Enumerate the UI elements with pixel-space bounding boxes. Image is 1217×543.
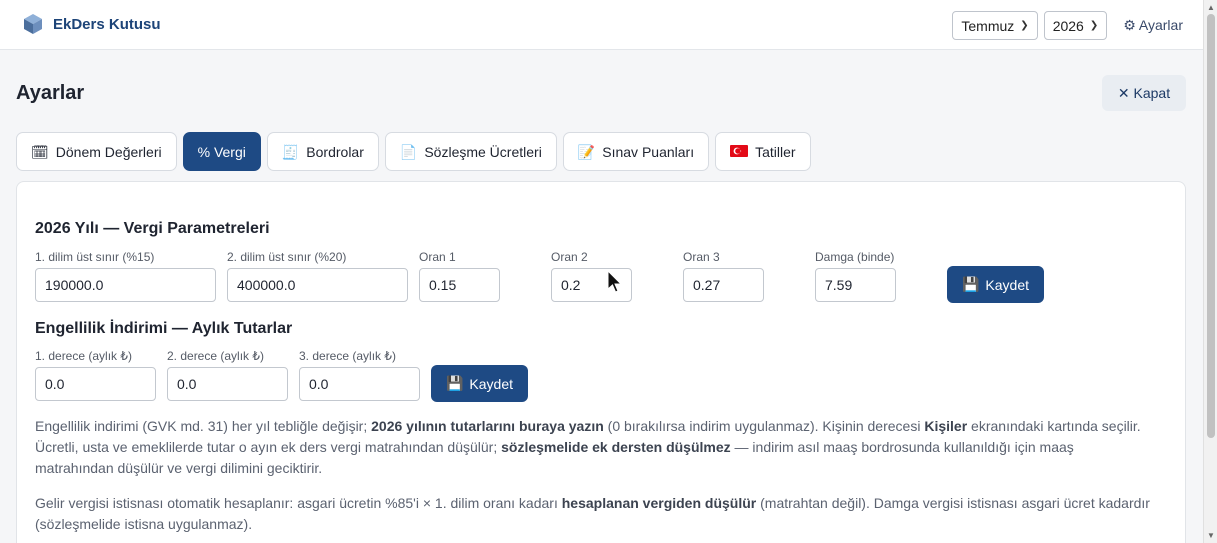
memo-icon: 📝	[577, 143, 596, 160]
scroll-down-icon[interactable]: ▼	[1207, 531, 1215, 540]
month-select[interactable]: Temmuz ❯	[952, 11, 1038, 40]
rate1-input[interactable]: 0.15	[419, 268, 500, 302]
rate3-field: Oran 3 0.27	[683, 250, 764, 302]
tab-label: % Vergi	[197, 143, 246, 160]
stamp-input[interactable]: 7.59	[815, 268, 896, 302]
tab-label: Dönem Değerleri	[55, 143, 162, 160]
field-label: 2. derece (aylık ₺)	[167, 349, 265, 363]
tab-label: Sınav Puanları	[602, 143, 695, 160]
floppy-disk-icon: 💾	[445, 375, 464, 391]
calendar-icon: 🗓	[31, 143, 49, 160]
field-label: 1. derece (aylık ₺)	[35, 349, 133, 363]
degree2-input[interactable]: 0.0	[167, 367, 288, 401]
degree1-input[interactable]: 0.0	[35, 367, 156, 401]
receipt-icon: 🧾	[281, 143, 300, 160]
page-title: Ayarlar	[16, 82, 85, 104]
bracket1-field: 1. dilim üst sınır (%15) 190000.0	[35, 250, 216, 302]
settings-link[interactable]: ⚙ Ayarlar	[1123, 17, 1183, 34]
field-label: 3. derece (aylık ₺)	[299, 349, 397, 363]
mouse-cursor-icon	[607, 270, 623, 293]
save-tax-button[interactable]: 💾 Kaydet	[947, 266, 1044, 303]
chevron-down-icon: ❯	[1089, 20, 1099, 31]
bracket2-field: 2. dilim üst sınır (%20) 400000.0	[227, 250, 408, 302]
tab-label: Bordrolar	[306, 143, 364, 160]
field-label: Oran 1	[419, 250, 456, 264]
app-name: EkDers Kutusu	[53, 15, 161, 33]
stamp-field: Damga (binde) 7.59	[815, 250, 896, 302]
disability-section-title: Engellilik İndirimi — Aylık Tutarlar	[35, 320, 293, 337]
settings-panel: 2026 Yılı — Vergi Parametreleri 1. dilim…	[16, 181, 1186, 543]
tab-sozlesme-ucretleri[interactable]: 📄 Sözleşme Ücretleri	[384, 132, 557, 171]
degree1-field: 1. derece (aylık ₺) 0.0	[35, 349, 156, 401]
save-disability-button[interactable]: 💾 Kaydet	[431, 365, 528, 402]
brand[interactable]: EkDers Kutusu	[22, 13, 161, 35]
rate3-input[interactable]: 0.27	[683, 268, 764, 302]
income-tax-note: Gelir vergisi istisnası otomatik hesapla…	[35, 495, 1150, 532]
tab-sinav-puanlari[interactable]: 📝 Sınav Puanları	[562, 132, 710, 171]
tab-label: Tatiller	[755, 143, 796, 160]
turkey-flag-icon	[730, 144, 749, 159]
tab-donem-degerleri[interactable]: 🗓 Dönem Değerleri	[16, 132, 177, 171]
document-icon: 📄	[399, 143, 418, 160]
tab-label: Sözleşme Ücretleri	[424, 143, 542, 160]
scrollbar[interactable]: ▲ ▼	[1203, 0, 1217, 543]
field-label: 1. dilim üst sınır (%15)	[35, 250, 155, 264]
month-select-value: Temmuz	[961, 17, 1015, 34]
degree2-field: 2. derece (aylık ₺) 0.0	[167, 349, 288, 401]
bracket1-input[interactable]: 190000.0	[35, 268, 216, 302]
tab-bordrolar[interactable]: 🧾 Bordrolar	[266, 132, 379, 171]
scroll-thumb[interactable]	[1207, 14, 1215, 438]
cube-icon	[22, 13, 44, 35]
chevron-down-icon: ❯	[1020, 20, 1029, 31]
tab-vergi[interactable]: % Vergi	[182, 132, 261, 171]
top-bar: EkDers Kutusu Temmuz ❯ 2026 ❯ ⚙ Ayarlar	[0, 0, 1203, 50]
tax-section-title: 2026 Yılı — Vergi Parametreleri	[35, 220, 270, 237]
degree3-field: 3. derece (aylık ₺) 0.0	[299, 349, 420, 401]
field-label: 2. dilim üst sınır (%20)	[227, 250, 347, 264]
year-select[interactable]: 2026 ❯	[1043, 11, 1108, 40]
tab-tatiller[interactable]: Tatiller	[715, 132, 811, 171]
field-label: Damga (binde)	[815, 250, 895, 264]
scroll-up-icon[interactable]: ▲	[1207, 3, 1215, 12]
save-label: Kaydet	[469, 375, 514, 392]
close-button[interactable]: ✕ Kapat	[1102, 75, 1186, 111]
bracket2-input[interactable]: 400000.0	[227, 268, 408, 302]
floppy-disk-icon: 💾	[961, 276, 980, 292]
degree3-input[interactable]: 0.0	[299, 367, 420, 401]
disability-note: Engellilik indirimi (GVK md. 31) her yıl…	[35, 418, 1141, 476]
field-label: Oran 2	[551, 250, 588, 264]
field-label: Oran 3	[683, 250, 720, 264]
year-select-value: 2026	[1052, 17, 1084, 34]
tab-bar: 🗓 Dönem Değerleri % Vergi 🧾 Bordrolar 📄 …	[16, 132, 811, 171]
rate1-field: Oran 1 0.15	[419, 250, 500, 302]
save-label: Kaydet	[985, 276, 1030, 293]
